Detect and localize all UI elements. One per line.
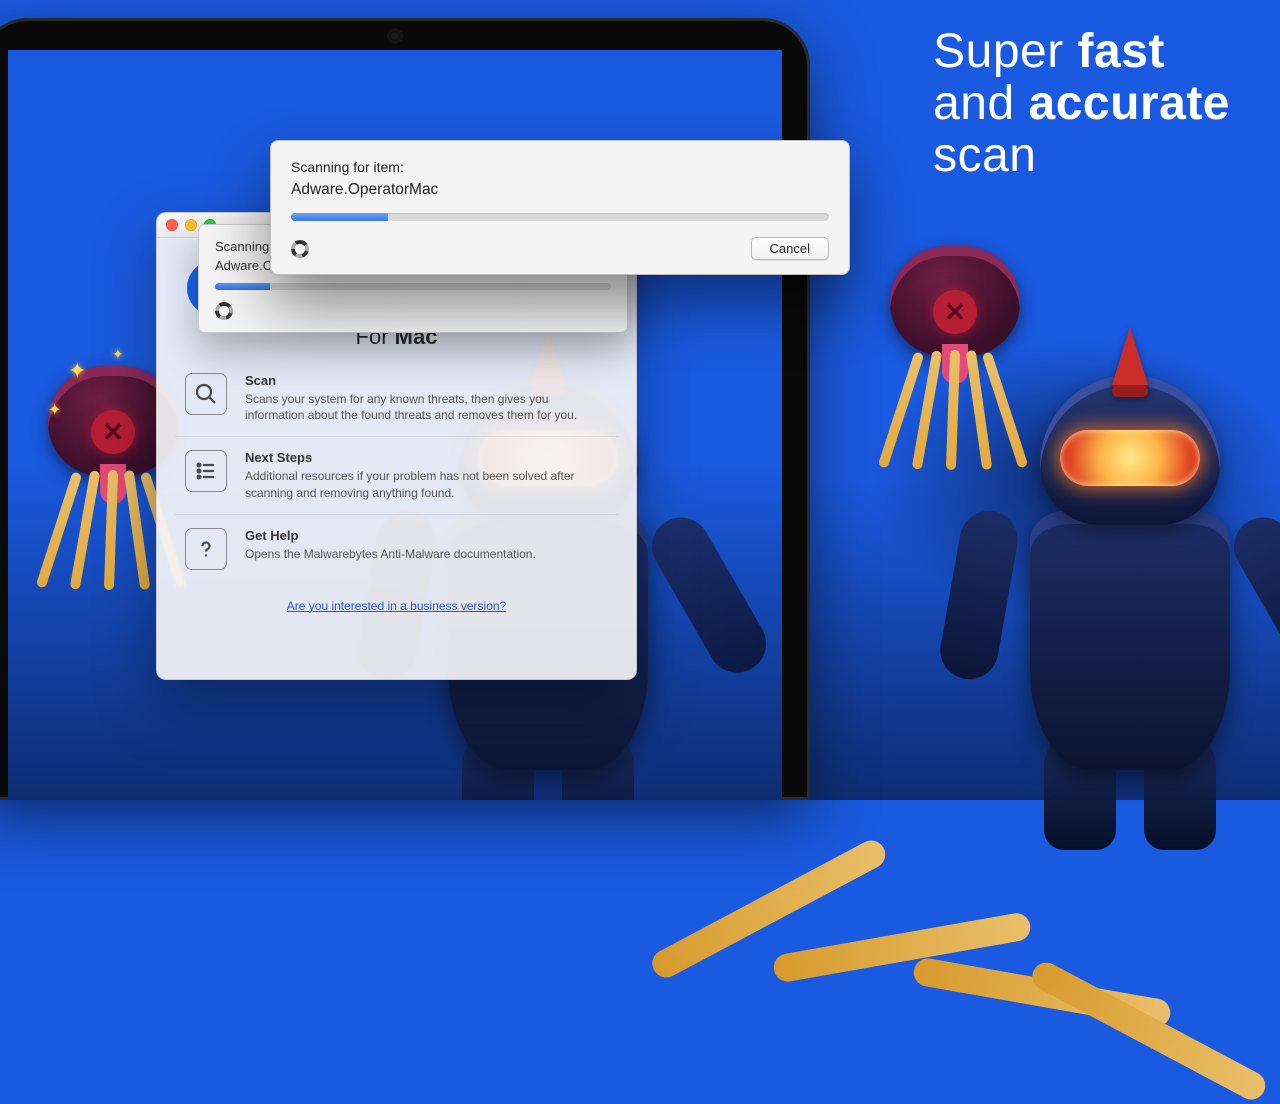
sparkle-icon: ✦ [112,346,124,363]
bug-held-illustration: ✕ [880,230,1030,380]
magnifier-icon [185,373,227,415]
option-get-help[interactable]: Get Help Opens the Malwarebytes Anti-Mal… [175,514,618,583]
cancel-button[interactable]: Cancel [751,237,829,260]
option-list: Scan Scans your system for any known thr… [157,354,636,583]
headline-word: scan [933,129,1036,182]
laptop-frame: ✕ ✦ ✦ ✦ [0,18,810,800]
business-version-link[interactable]: Are you interested in a business version… [157,583,636,631]
question-icon [185,528,227,570]
progress-bar [291,213,829,221]
headline-bold: accurate [1029,77,1230,130]
progress-bar [215,283,611,290]
dialog-heading: Scanning for item: [291,159,829,175]
camera-dot-icon [390,31,400,41]
window-close-button[interactable] [166,219,178,231]
progress-fill [215,283,270,290]
option-title: Next Steps [245,450,608,465]
spinner-icon [215,302,233,320]
headline-bold: fast [1078,25,1165,78]
window-minimize-button[interactable] [185,219,197,231]
option-title: Scan [245,373,608,388]
option-scan[interactable]: Scan Scans your system for any known thr… [175,360,618,436]
headline-word: and [933,77,1028,130]
option-desc: Additional resources if your problem has… [245,468,608,500]
marketing-headline: Super fast and accurate scan [933,26,1230,181]
headline-word: Super [933,25,1077,78]
scan-progress-dialog: Scanning for item: Adware.OperatorMac Ca… [270,140,850,275]
option-desc: Opens the Malwarebytes Anti-Malware docu… [245,546,608,562]
spinner-icon [291,240,309,258]
sparkle-icon: ✦ [48,400,61,420]
option-title: Get Help [245,528,608,543]
dialog-current-item: Adware.OperatorMac [291,181,829,199]
list-icon [185,450,227,492]
option-desc: Scans your system for any known threats,… [245,391,608,423]
sparkle-icon: ✦ [68,358,86,384]
marketing-background: ✕ Super fast and accurate scan [0,0,1280,800]
option-next-steps[interactable]: Next Steps Additional resources if your … [175,436,618,513]
progress-fill [291,213,388,221]
